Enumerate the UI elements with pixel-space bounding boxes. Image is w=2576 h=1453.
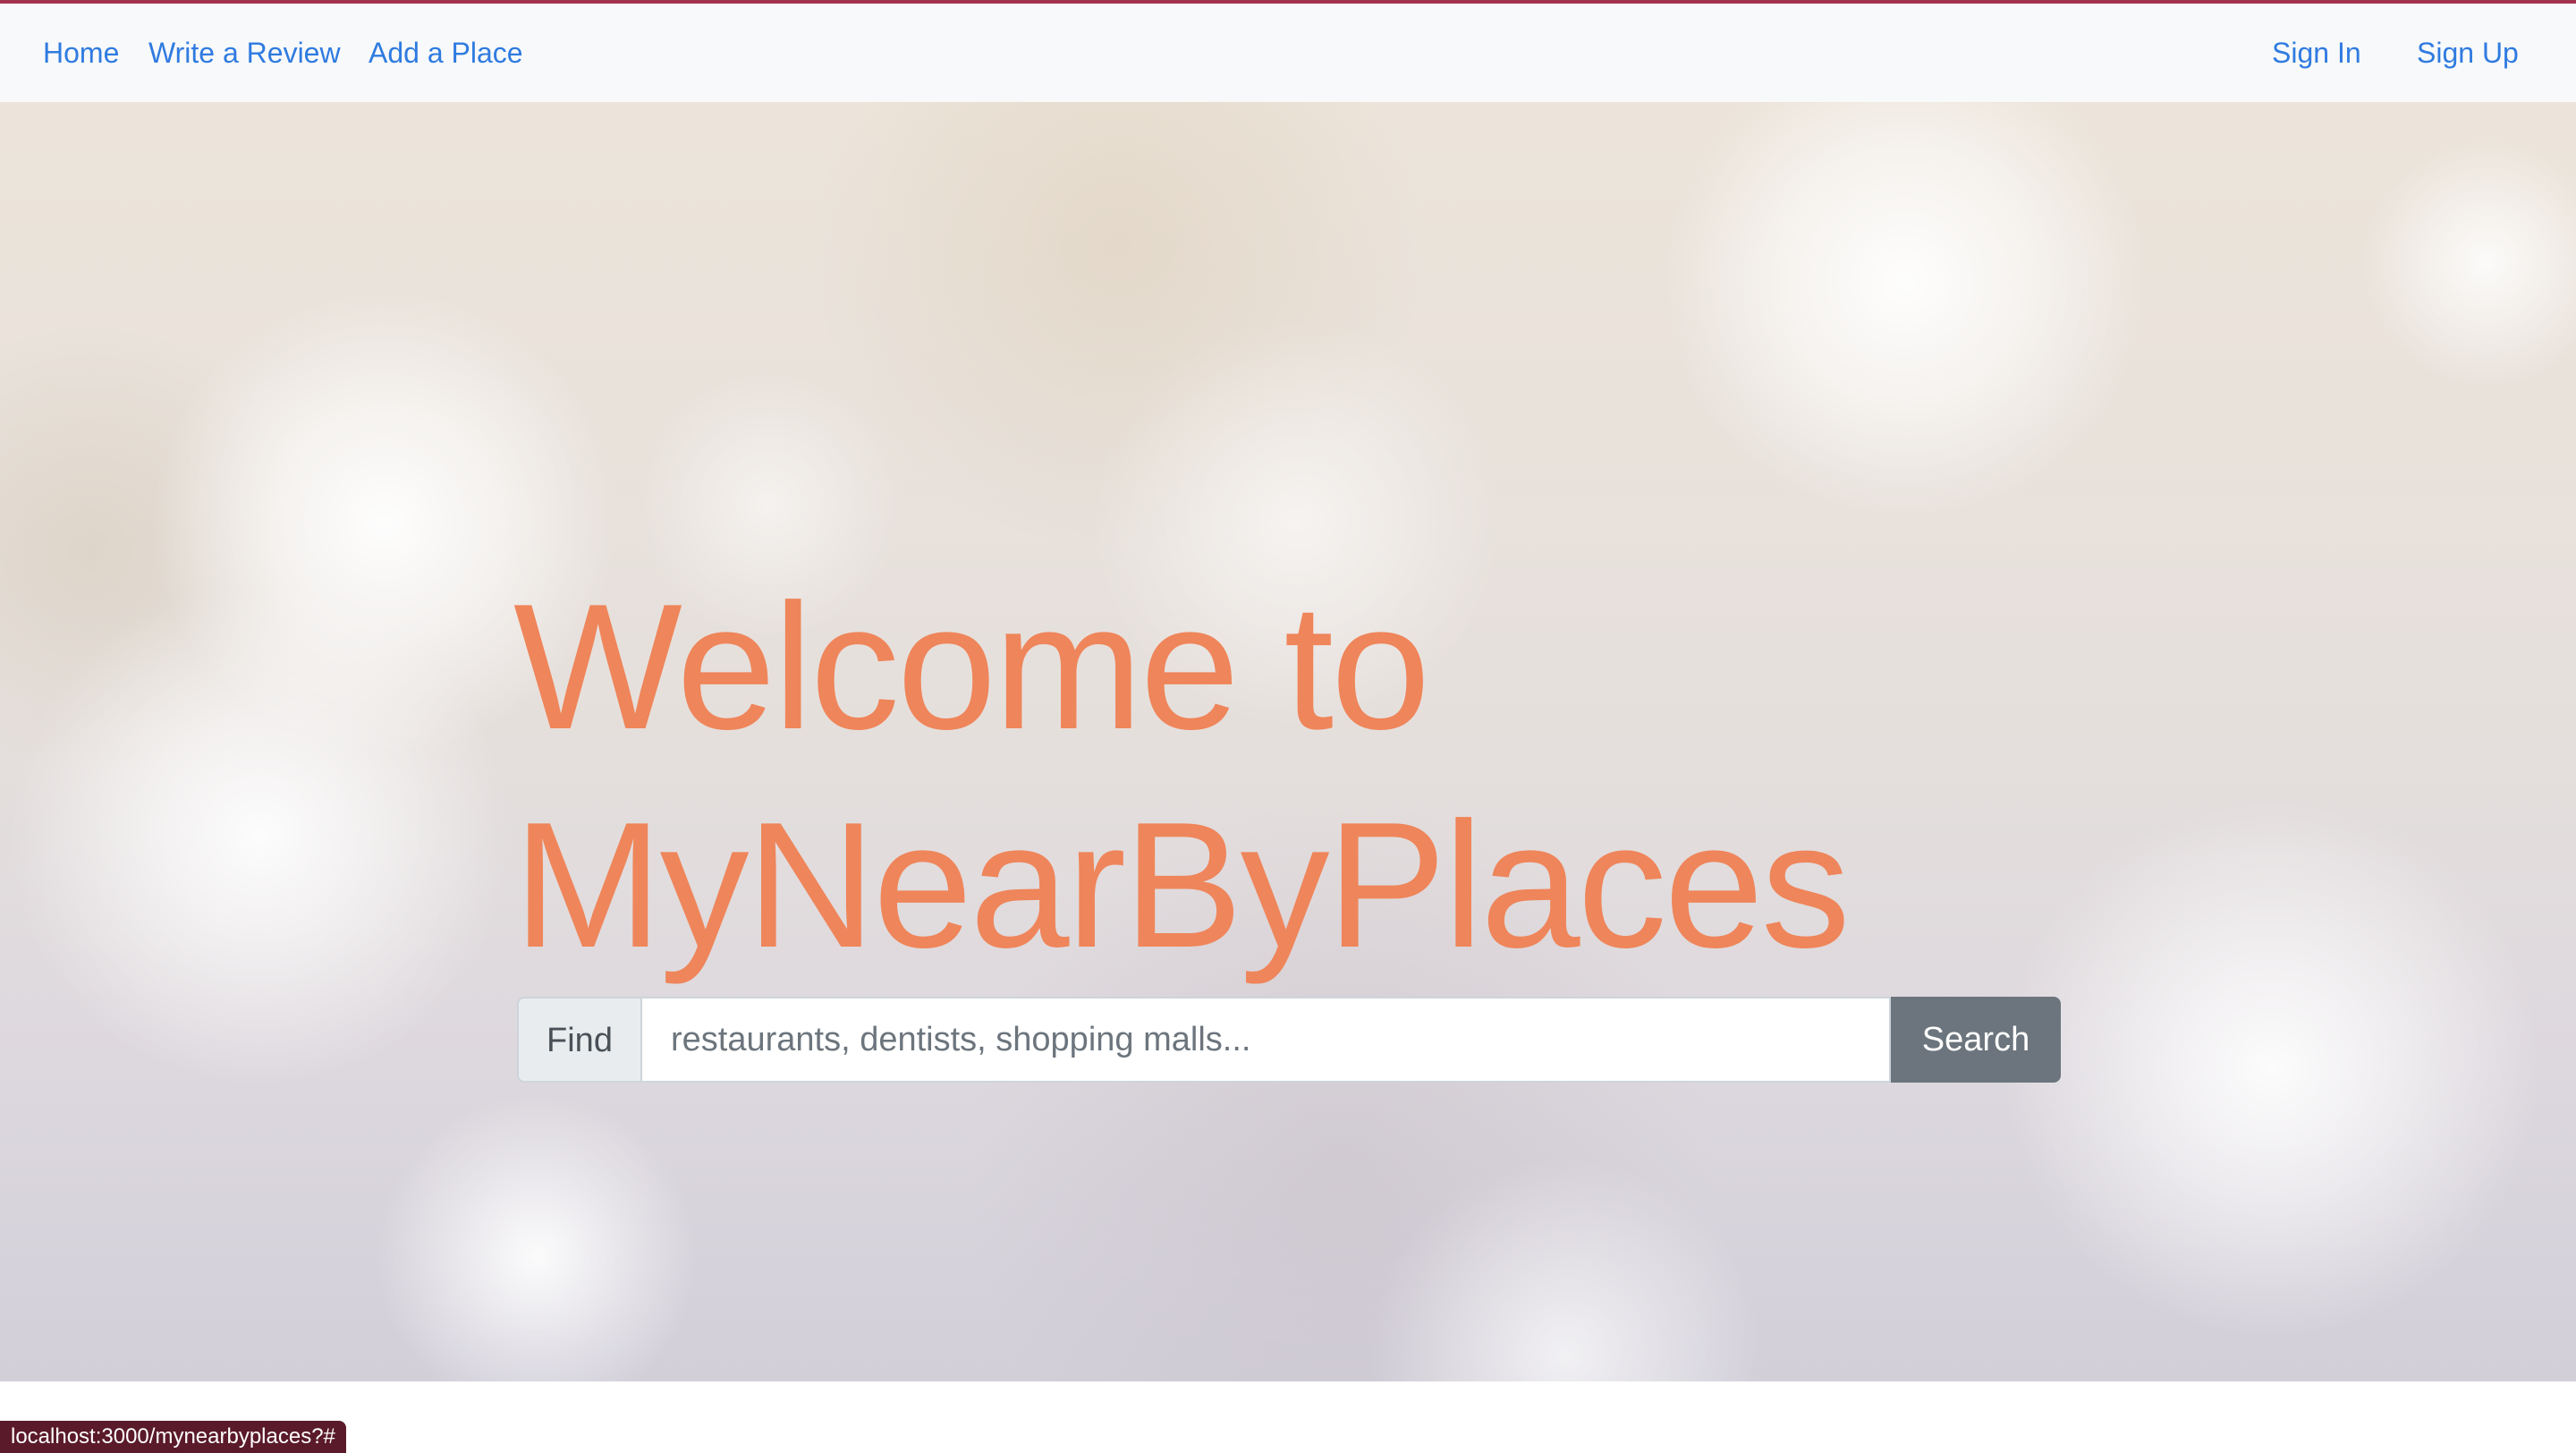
search-button[interactable]: Search [1891, 997, 2061, 1083]
hero-title-line2: MyNearByPlaces [513, 786, 1851, 985]
search-bar: Find Search [517, 997, 2061, 1083]
hero-title: Welcome to MyNearByPlaces [513, 558, 2436, 995]
hero-title-line1: Welcome to [513, 567, 1430, 767]
nav-write-review-link[interactable]: Write a Review [148, 4, 341, 102]
search-input[interactable] [642, 997, 1891, 1083]
nav-add-place-link[interactable]: Add a Place [369, 4, 523, 102]
link-status-bar: localhost:3000/mynearbyplaces?# [0, 1421, 346, 1453]
find-label: Find [517, 997, 642, 1083]
nav-sign-up-link[interactable]: Sign Up [2417, 4, 2519, 102]
nav-sign-in-link[interactable]: Sign In [2272, 4, 2361, 102]
navbar: Home Write a Review Add a Place Sign In … [0, 4, 2576, 102]
hero-banner: Welcome to MyNearByPlaces Find Search [0, 102, 2576, 1381]
nav-home-link[interactable]: Home [43, 4, 119, 102]
